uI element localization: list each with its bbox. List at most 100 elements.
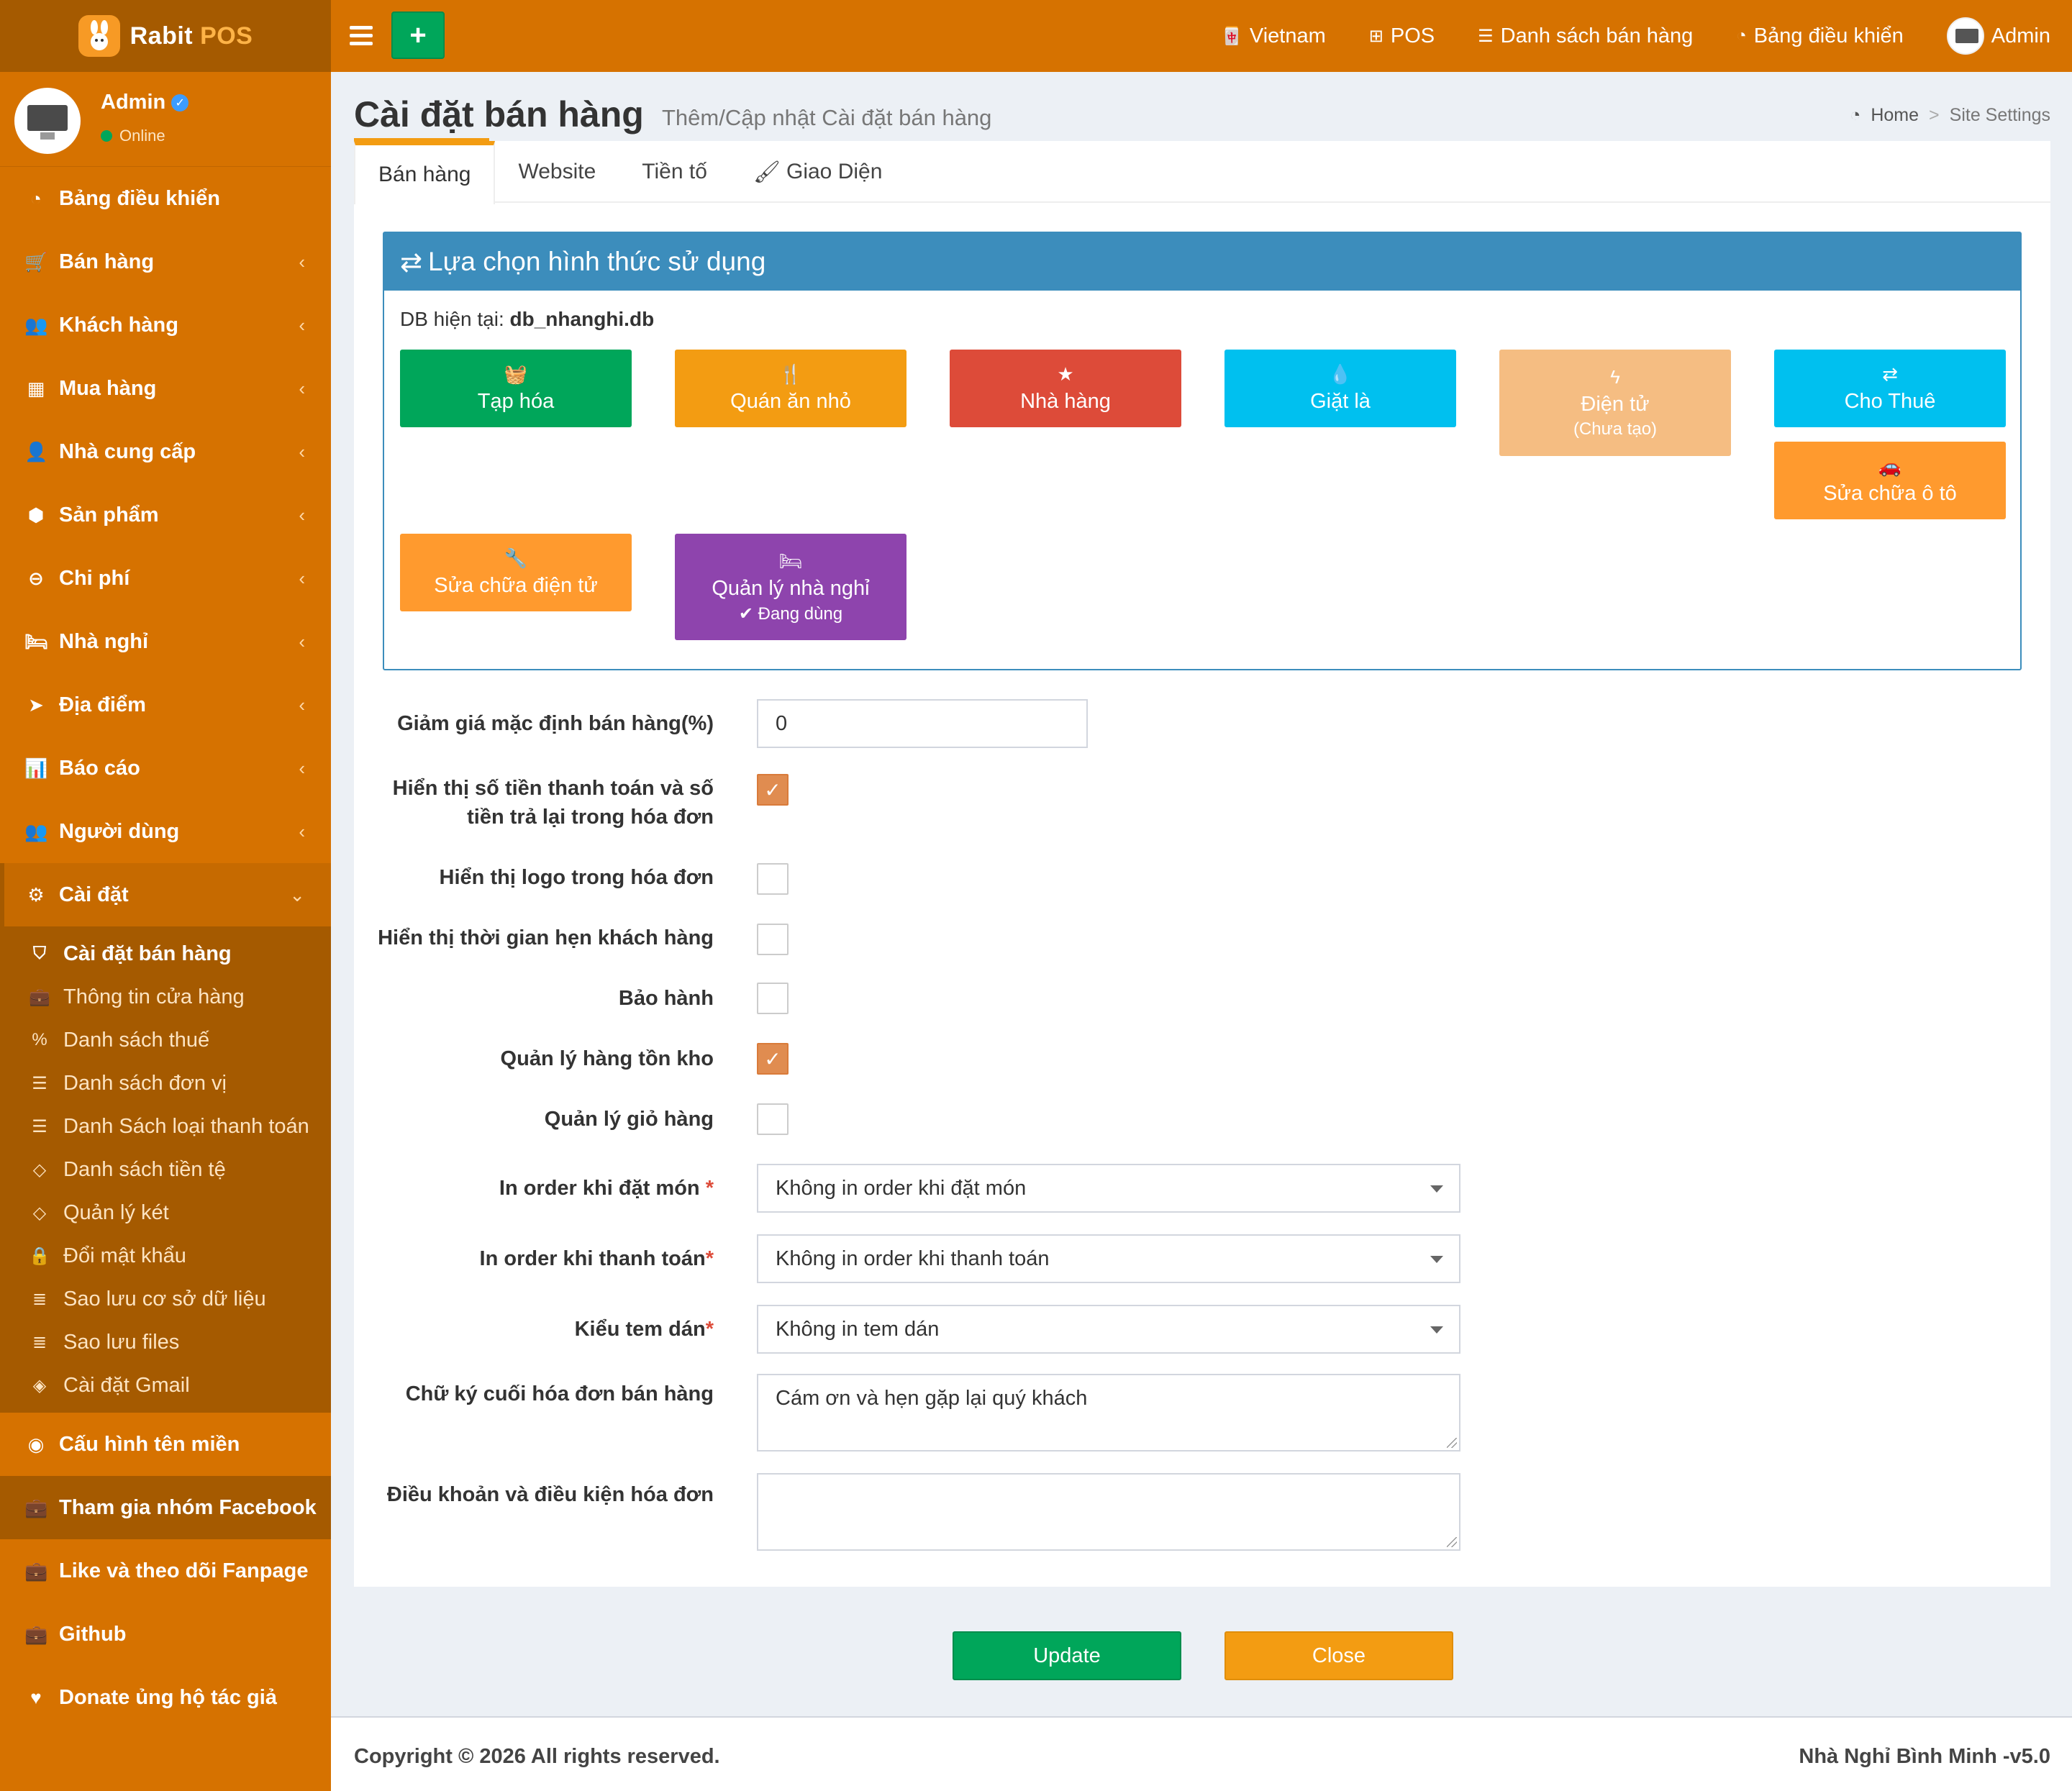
settings-tabs: Bán hàng Website Tiền tố 🖌 Giao Diện [354,141,2050,204]
sidebar-item-purchases[interactable]: ▦ Mua hàng ‹ [0,357,331,420]
sidebar-item-facebook-group[interactable]: 💼 Tham gia nhóm Facebook [0,1476,331,1539]
sidebar-item-customers[interactable]: 👥 Khách hàng ‹ [0,293,331,357]
briefcase-icon: 💼 [24,1496,48,1518]
dashboard-icon: ◔ [1850,105,1861,125]
current-db: DB hiện tại: db_nhanghi.db [400,308,655,330]
page-subtitle: Thêm/Cập nhật Cài đặt bán hàng [662,105,992,130]
panel-header: ⇄ Lựa chọn hình thức sử dụng [384,233,2020,291]
breadcrumb-home[interactable]: Home [1871,105,1919,126]
show-logo-checkbox[interactable] [757,863,789,895]
tab-prefix[interactable]: Tiền tố [619,141,730,203]
settings-box: Bán hàng Website Tiền tố 🖌 Giao Diện ⇄ Lựa… [354,141,2050,1587]
sidebar-item-github[interactable]: 💼 Github [0,1603,331,1666]
sidebar-item-donate[interactable]: ♥ Donate ủng hộ tác giả [0,1666,331,1729]
sidebar-sub-payment-types[interactable]: ☰ Danh Sách loại thanh toán [0,1105,331,1148]
update-button[interactable]: Update [953,1631,1181,1680]
sidebar-item-locations[interactable]: ➤ Địa điểm ‹ [0,673,331,737]
user-name: Admin [101,91,166,114]
chevron-left-icon: ‹ [299,757,305,779]
discount-input[interactable]: 0 [757,699,1088,748]
tab-website[interactable]: Website [495,141,619,203]
mode-small-eatery-button[interactable]: 🍴 Quán ăn nhỏ [675,350,906,427]
close-button[interactable]: Close [1224,1631,1453,1680]
breadcrumb-current: Site Settings [1949,105,2050,125]
user-status: Online [101,127,165,145]
language-switch[interactable]: 🀄 Vietnam [1221,24,1326,48]
wrench-icon: 🔧 [504,547,528,569]
avatar [1946,17,1984,55]
cube-icon: ◈ [32,1375,47,1395]
sidebar-sub-tax-list[interactable]: % Danh sách thuế [0,1018,331,1062]
show-appointment-checkbox[interactable] [757,924,789,955]
sidebar-item-fanpage[interactable]: 💼 Like và theo dõi Fanpage [0,1539,331,1603]
sidebar-sub-backup-files[interactable]: ≣ Sao lưu files [0,1321,331,1364]
sidebar-item-expenses[interactable]: ⊖ Chi phí ‹ [0,547,331,610]
sidebar-sub-store-info[interactable]: 💼 Thông tin cửa hàng [0,975,331,1018]
brand-logo[interactable]: Rabit POS [0,0,331,72]
sidebar-item-products[interactable]: ⬢ Sản phẩm ‹ [0,483,331,547]
sales-list-link[interactable]: ☰ Danh sách bán hàng [1478,24,1693,48]
basket-icon: 🧺 [504,363,528,385]
briefcase-icon: 💼 [29,987,50,1007]
mode-grocery-button[interactable]: 🧺 Tạp hóa [400,350,632,427]
sidebar-sub-currencies[interactable]: ◇ Danh sách tiền tệ [0,1148,331,1191]
mode-electronics-repair-button[interactable]: 🔧 Sửa chữa điện tử [400,534,632,611]
chevron-left-icon: ‹ [299,440,305,462]
mode-motel-button[interactable]: 🛏 Quản lý nhà nghỉ ✔ Đang dùng [675,534,906,640]
mode-rental-button[interactable]: ⇄ Cho Thuê [1774,350,2006,427]
sidebar: Admin ✓ Online ◔ Bảng điều khiển 🛒 Bán hàng… [0,72,331,1791]
mode-restaurant-button[interactable]: ★ Nhà hàng [950,350,1181,427]
quick-add-button[interactable]: + [391,12,445,59]
bar-chart-icon: 📊 [24,757,48,779]
mode-car-repair-button[interactable]: 🚗 Sửa chữa ô tô [1774,442,2006,519]
settings-submenu: ⛉ Cài đặt bán hàng 💼 Thông tin cửa hàng % D… [0,926,331,1413]
tab-sales[interactable]: Bán hàng [354,141,496,204]
pos-link[interactable]: ⊞ POS [1369,24,1435,48]
sidebar-sub-sales-settings[interactable]: ⛉ Cài đặt bán hàng [0,932,331,975]
sticker-select[interactable]: Không in tem dán [757,1305,1460,1354]
sidebar-item-dashboard[interactable]: ◔ Bảng điều khiển [0,167,331,230]
chevron-left-icon: ‹ [299,503,305,526]
code-icon: ◇ [32,1159,47,1180]
sidebar-toggle-icon[interactable] [350,22,373,50]
bolt-icon: ϟ [1610,366,1620,388]
print-payment-select[interactable]: Không in order khi thanh toán [757,1234,1460,1283]
print-payment-label: In order khi thanh toán* [479,1247,714,1270]
star-icon: ★ [1057,363,1074,385]
user-menu[interactable]: Admin [1946,17,2050,55]
dashboard-link[interactable]: ◔ Bảng điều khiển [1736,24,1904,48]
check-icon: ✔ [738,603,758,624]
cart-checkbox[interactable] [757,1103,789,1135]
sidebar-item-users[interactable]: 👥 Người dùng ‹ [0,800,331,863]
mode-laundry-button[interactable]: 💧 Giặt là [1224,350,1456,427]
user-panel: Admin ✓ Online [0,72,331,167]
sidebar-item-sales[interactable]: 🛒 Bán hàng ‹ [0,230,331,293]
show-payment-checkbox[interactable]: ✓ [757,774,789,806]
discount-label: Giảm giá mặc định bán hàng(%) [397,712,714,735]
sidebar-item-domain[interactable]: ◉ Cấu hình tên miền [0,1413,331,1476]
terms-textarea[interactable] [757,1473,1460,1551]
sidebar-item-reports[interactable]: 📊 Báo cáo ‹ [0,737,331,800]
sidebar-sub-backup-db[interactable]: ≣ Sao lưu cơ sở dữ liệu [0,1277,331,1321]
warranty-checkbox[interactable] [757,983,789,1014]
print-order-select[interactable]: Không in order khi đặt món [757,1164,1460,1213]
database-icon: ≣ [32,1289,47,1309]
sidebar-sub-gmail[interactable]: ◈ Cài đặt Gmail [0,1364,331,1407]
sidebar-item-motel[interactable]: 🛏 Nhà nghỉ ‹ [0,610,331,673]
sidebar-sub-cash-register[interactable]: ◇ Quản lý két [0,1191,331,1234]
sidebar-item-settings[interactable]: ⚙ Cài đặt ⌄ [0,863,331,926]
sidebar-item-suppliers[interactable]: 👤 Nhà cung cấp ‹ [0,420,331,483]
mode-electronics-button[interactable]: ϟ Điện tử (Chưa tạo) [1499,350,1731,456]
cubes-icon: ⬢ [27,503,45,526]
chevron-down-icon: ⌄ [289,883,305,906]
sidebar-sub-unit-list[interactable]: ☰ Danh sách đơn vị [0,1062,331,1105]
tab-theme[interactable]: 🖌 Giao Diện [730,141,906,203]
app-version: Nhà Nghỉ Bình Minh -v5.0 [1799,1745,2050,1768]
sidebar-sub-change-password[interactable]: 🔒 Đổi mật khẩu [0,1234,331,1277]
chevron-left-icon: ‹ [299,693,305,716]
signature-textarea[interactable]: Cám ơn và hẹn gặp lại quý khách [757,1374,1460,1452]
inventory-checkbox[interactable]: ✓ [757,1043,789,1075]
breadcrumb-separator: > [1929,105,1940,125]
percent-icon: % [32,1030,47,1049]
database-icon: ≣ [32,1332,47,1352]
